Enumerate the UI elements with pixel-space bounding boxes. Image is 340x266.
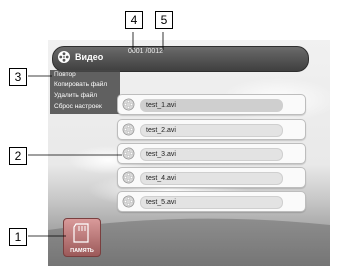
- callout-4: 4: [125, 11, 143, 29]
- menu-item-delete-file[interactable]: Удалить файл: [54, 92, 97, 100]
- file-name: test_3.avi: [140, 148, 283, 161]
- page-title: Видео: [75, 52, 104, 62]
- file-row-2[interactable]: test_2.avi: [117, 119, 306, 140]
- callout-5: 5: [155, 11, 173, 29]
- disc-icon: [122, 147, 135, 160]
- file-name: test_1.avi: [140, 99, 283, 112]
- callout-3: 3: [9, 68, 27, 86]
- file-name: test_4.avi: [140, 172, 283, 185]
- disc-icon: [122, 123, 135, 136]
- memory-button-label: ПАМЯТЬ: [70, 248, 94, 254]
- file-row-5[interactable]: test_5.avi: [117, 191, 306, 212]
- file-counter: 0001 /0012: [128, 48, 164, 55]
- callout-1: 1: [9, 228, 27, 246]
- menu-item-repeat[interactable]: Повтор: [54, 71, 76, 79]
- file-row-1[interactable]: test_1.avi: [117, 94, 306, 115]
- memory-card-icon: [73, 223, 89, 243]
- menu-item-copy-file[interactable]: Копировать файл: [54, 81, 107, 89]
- file-name: test_5.avi: [140, 196, 283, 209]
- disc-icon: [122, 171, 135, 184]
- callout-2: 2: [9, 147, 27, 165]
- file-name: test_2.avi: [140, 124, 283, 137]
- disc-icon: [122, 98, 135, 111]
- disc-icon: [122, 195, 135, 208]
- film-reel-icon: [58, 51, 70, 63]
- memory-button[interactable]: ПАМЯТЬ: [63, 218, 101, 257]
- file-row-3[interactable]: test_3.avi: [117, 143, 306, 164]
- file-row-4[interactable]: test_4.avi: [117, 167, 306, 188]
- menu-item-reset-settings[interactable]: Сброс настроек: [54, 103, 102, 111]
